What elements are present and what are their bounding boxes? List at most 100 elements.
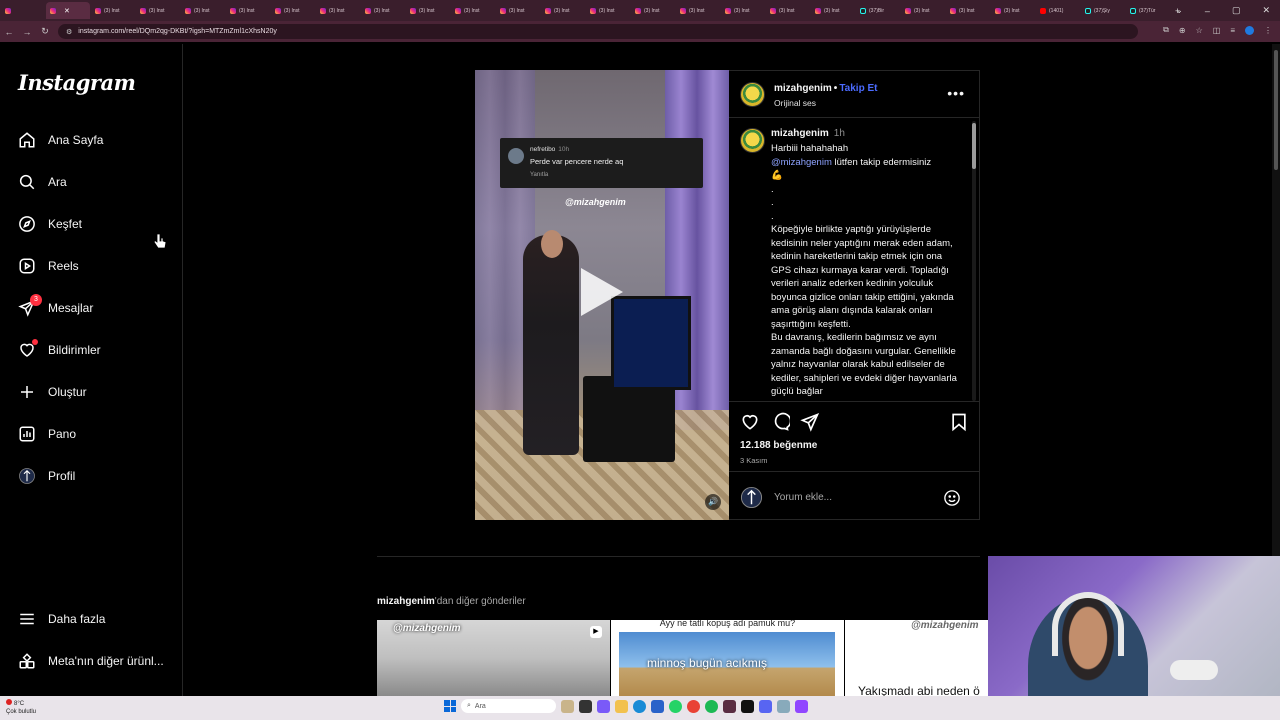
close-tab-icon[interactable]: ✕ bbox=[64, 7, 70, 15]
close-window-button[interactable]: ✕ bbox=[1262, 5, 1270, 16]
browser-tab[interactable]: (3) Inst bbox=[541, 2, 585, 19]
caption-scroll-thumb[interactable] bbox=[972, 123, 976, 169]
reload-button[interactable]: ↻ bbox=[36, 26, 54, 37]
windows-start-icon[interactable] bbox=[444, 700, 456, 712]
instagram-icon bbox=[815, 7, 821, 14]
browser-tab[interactable]: (3) Inst bbox=[946, 2, 990, 19]
maximize-button[interactable]: ▢ bbox=[1232, 5, 1241, 16]
browser-tab[interactable]: (3) Inst bbox=[181, 2, 225, 19]
browser-tab[interactable]: (37)Şiy bbox=[1081, 2, 1125, 19]
more-post-thumb[interactable]: @mizahgenim Yakışmadı abi neden ö bbox=[845, 620, 988, 696]
back-button[interactable]: ← bbox=[0, 27, 18, 37]
browser-tab[interactable]: (3) Inst bbox=[226, 2, 270, 19]
browser-tab[interactable]: (1401) bbox=[1036, 2, 1080, 19]
browser-tab[interactable]: (3) Inst bbox=[91, 2, 135, 19]
browser-tab[interactable]: (37)Tür bbox=[1126, 2, 1170, 19]
chrome-profile-icon[interactable] bbox=[723, 699, 736, 713]
follow-button[interactable]: Takip Et bbox=[839, 83, 877, 94]
copilot-icon[interactable] bbox=[597, 699, 610, 713]
discord-icon[interactable] bbox=[759, 699, 772, 713]
browser-menu-icon[interactable]: ⋮ bbox=[1264, 26, 1272, 35]
browser-tab[interactable]: (3) Inst bbox=[991, 2, 1035, 19]
caption-username[interactable]: mizahgenim bbox=[771, 128, 829, 139]
forward-button[interactable]: → bbox=[18, 27, 36, 37]
obs-icon[interactable] bbox=[741, 699, 754, 713]
app-icon[interactable] bbox=[777, 699, 790, 713]
browser-tab[interactable]: (37)Bir bbox=[856, 2, 900, 19]
browser-tab[interactable]: (3) Inst bbox=[316, 2, 360, 19]
sidebar-item-profile[interactable]: Profil bbox=[18, 467, 75, 485]
twitch-icon[interactable] bbox=[795, 699, 808, 713]
sidebar-item-more[interactable]: Daha fazla bbox=[18, 610, 105, 628]
emoji-icon[interactable] bbox=[943, 489, 961, 507]
caption-avatar[interactable] bbox=[740, 128, 765, 153]
more-post-thumb[interactable]: Ayy ne tatlı kopuş adı pamuk mu? minnoş … bbox=[611, 620, 844, 696]
tab-search-icon[interactable]: ⌄ bbox=[1175, 5, 1183, 16]
sidebar-item-messages[interactable]: 3 Mesajlar bbox=[18, 294, 93, 317]
install-icon[interactable]: ⧉ bbox=[1163, 25, 1169, 35]
more-posts-user[interactable]: mizahgenim bbox=[377, 596, 435, 607]
comment-input[interactable] bbox=[774, 492, 934, 503]
browser-tab[interactable]: (3) Inst bbox=[136, 2, 180, 19]
audio-label[interactable]: Orijinal ses bbox=[774, 98, 816, 108]
chrome-icon[interactable] bbox=[687, 699, 700, 713]
save-icon[interactable] bbox=[949, 412, 969, 432]
profile-avatar[interactable] bbox=[1245, 25, 1254, 35]
sidebar-item-meta-apps[interactable]: Meta'nın diğer ürünl... bbox=[18, 652, 164, 670]
browser-tab[interactable]: (3) Inst bbox=[451, 2, 495, 19]
taskbar-search[interactable]: ⌕ Ara bbox=[461, 699, 556, 713]
author-avatar[interactable] bbox=[740, 82, 765, 107]
browser-tab[interactable]: (3) Inst bbox=[271, 2, 315, 19]
more-options-icon[interactable]: ••• bbox=[947, 85, 965, 101]
site-info-icon[interactable]: ⚙ bbox=[66, 28, 72, 36]
store-icon[interactable] bbox=[651, 699, 664, 713]
extensions-icon[interactable]: ◫ bbox=[1213, 26, 1221, 35]
browser-tab[interactable]: (3) Inst bbox=[496, 2, 540, 19]
sound-icon[interactable]: 🔊 bbox=[705, 494, 721, 510]
omnibox[interactable]: ⚙ instagram.com/reel/DQm2qg-DKBt/?igsh=M… bbox=[58, 24, 1138, 39]
zoom-icon[interactable]: ⊕ bbox=[1179, 26, 1186, 35]
weather-widget[interactable]: 8°C Çok bulutlu bbox=[6, 699, 36, 716]
whatsapp-icon[interactable] bbox=[669, 699, 682, 713]
file-explorer-icon[interactable] bbox=[615, 699, 628, 713]
play-icon[interactable] bbox=[581, 268, 623, 316]
browser-tab[interactable]: (3) Inst bbox=[721, 2, 765, 19]
like-count[interactable]: 12.188 beğenme bbox=[740, 440, 817, 451]
sidebar-item-explore[interactable]: Keşfet bbox=[18, 215, 82, 233]
comment-icon[interactable] bbox=[770, 412, 790, 432]
spotify-icon[interactable] bbox=[705, 699, 718, 713]
caption-mention[interactable]: @mizahgenim bbox=[771, 157, 832, 168]
minimize-button[interactable]: – bbox=[1205, 6, 1210, 16]
tab-label: (3) Inst bbox=[464, 7, 480, 14]
reel-video[interactable]: nefretibo 10h Perde var pencere nerde aq … bbox=[475, 70, 729, 520]
sidebar-icon[interactable]: ≡ bbox=[1230, 26, 1235, 35]
like-icon[interactable] bbox=[740, 412, 760, 432]
author-username[interactable]: mizahgenim bbox=[774, 83, 832, 94]
task-view-icon[interactable] bbox=[579, 699, 592, 713]
sidebar-item-dashboard[interactable]: Pano bbox=[18, 425, 76, 443]
browser-tab[interactable]: (3) Inst bbox=[586, 2, 630, 19]
sidebar-item-home[interactable]: Ana Sayfa bbox=[18, 131, 103, 149]
widget-icon[interactable] bbox=[561, 699, 574, 713]
browser-tab[interactable]: (3) Inst bbox=[811, 2, 855, 19]
browser-tab[interactable]: (3) Inst bbox=[361, 2, 405, 19]
sidebar-item-notifications[interactable]: Bildirimler bbox=[18, 339, 101, 359]
edge-icon[interactable] bbox=[633, 699, 646, 713]
browser-tab[interactable]: ✕ bbox=[46, 2, 90, 19]
sidebar-item-reels[interactable]: Reels bbox=[18, 257, 79, 275]
browser-tab[interactable]: (3) Inst bbox=[631, 2, 675, 19]
url-text[interactable]: instagram.com/reel/DQm2qg-DKBt/?igsh=MTZ… bbox=[78, 28, 277, 35]
browser-tab[interactable]: (3) Inst bbox=[766, 2, 810, 19]
browser-tab[interactable]: (3) Inst bbox=[406, 2, 450, 19]
tab-label: (3) Inst bbox=[239, 7, 255, 14]
browser-tab[interactable] bbox=[1, 2, 45, 19]
instagram-logo[interactable]: Instagram bbox=[18, 70, 136, 95]
bookmark-star-icon[interactable]: ☆ bbox=[1196, 26, 1203, 35]
share-icon[interactable] bbox=[800, 412, 820, 432]
more-post-thumb[interactable]: @mizahgenim ▶ bbox=[377, 620, 610, 696]
page-scroll-thumb[interactable] bbox=[1274, 50, 1278, 170]
sidebar-item-create[interactable]: Oluştur bbox=[18, 383, 87, 401]
browser-tab[interactable]: (3) Inst bbox=[676, 2, 720, 19]
browser-tab[interactable]: (3) Inst bbox=[901, 2, 945, 19]
sidebar-item-search[interactable]: Ara bbox=[18, 173, 67, 191]
